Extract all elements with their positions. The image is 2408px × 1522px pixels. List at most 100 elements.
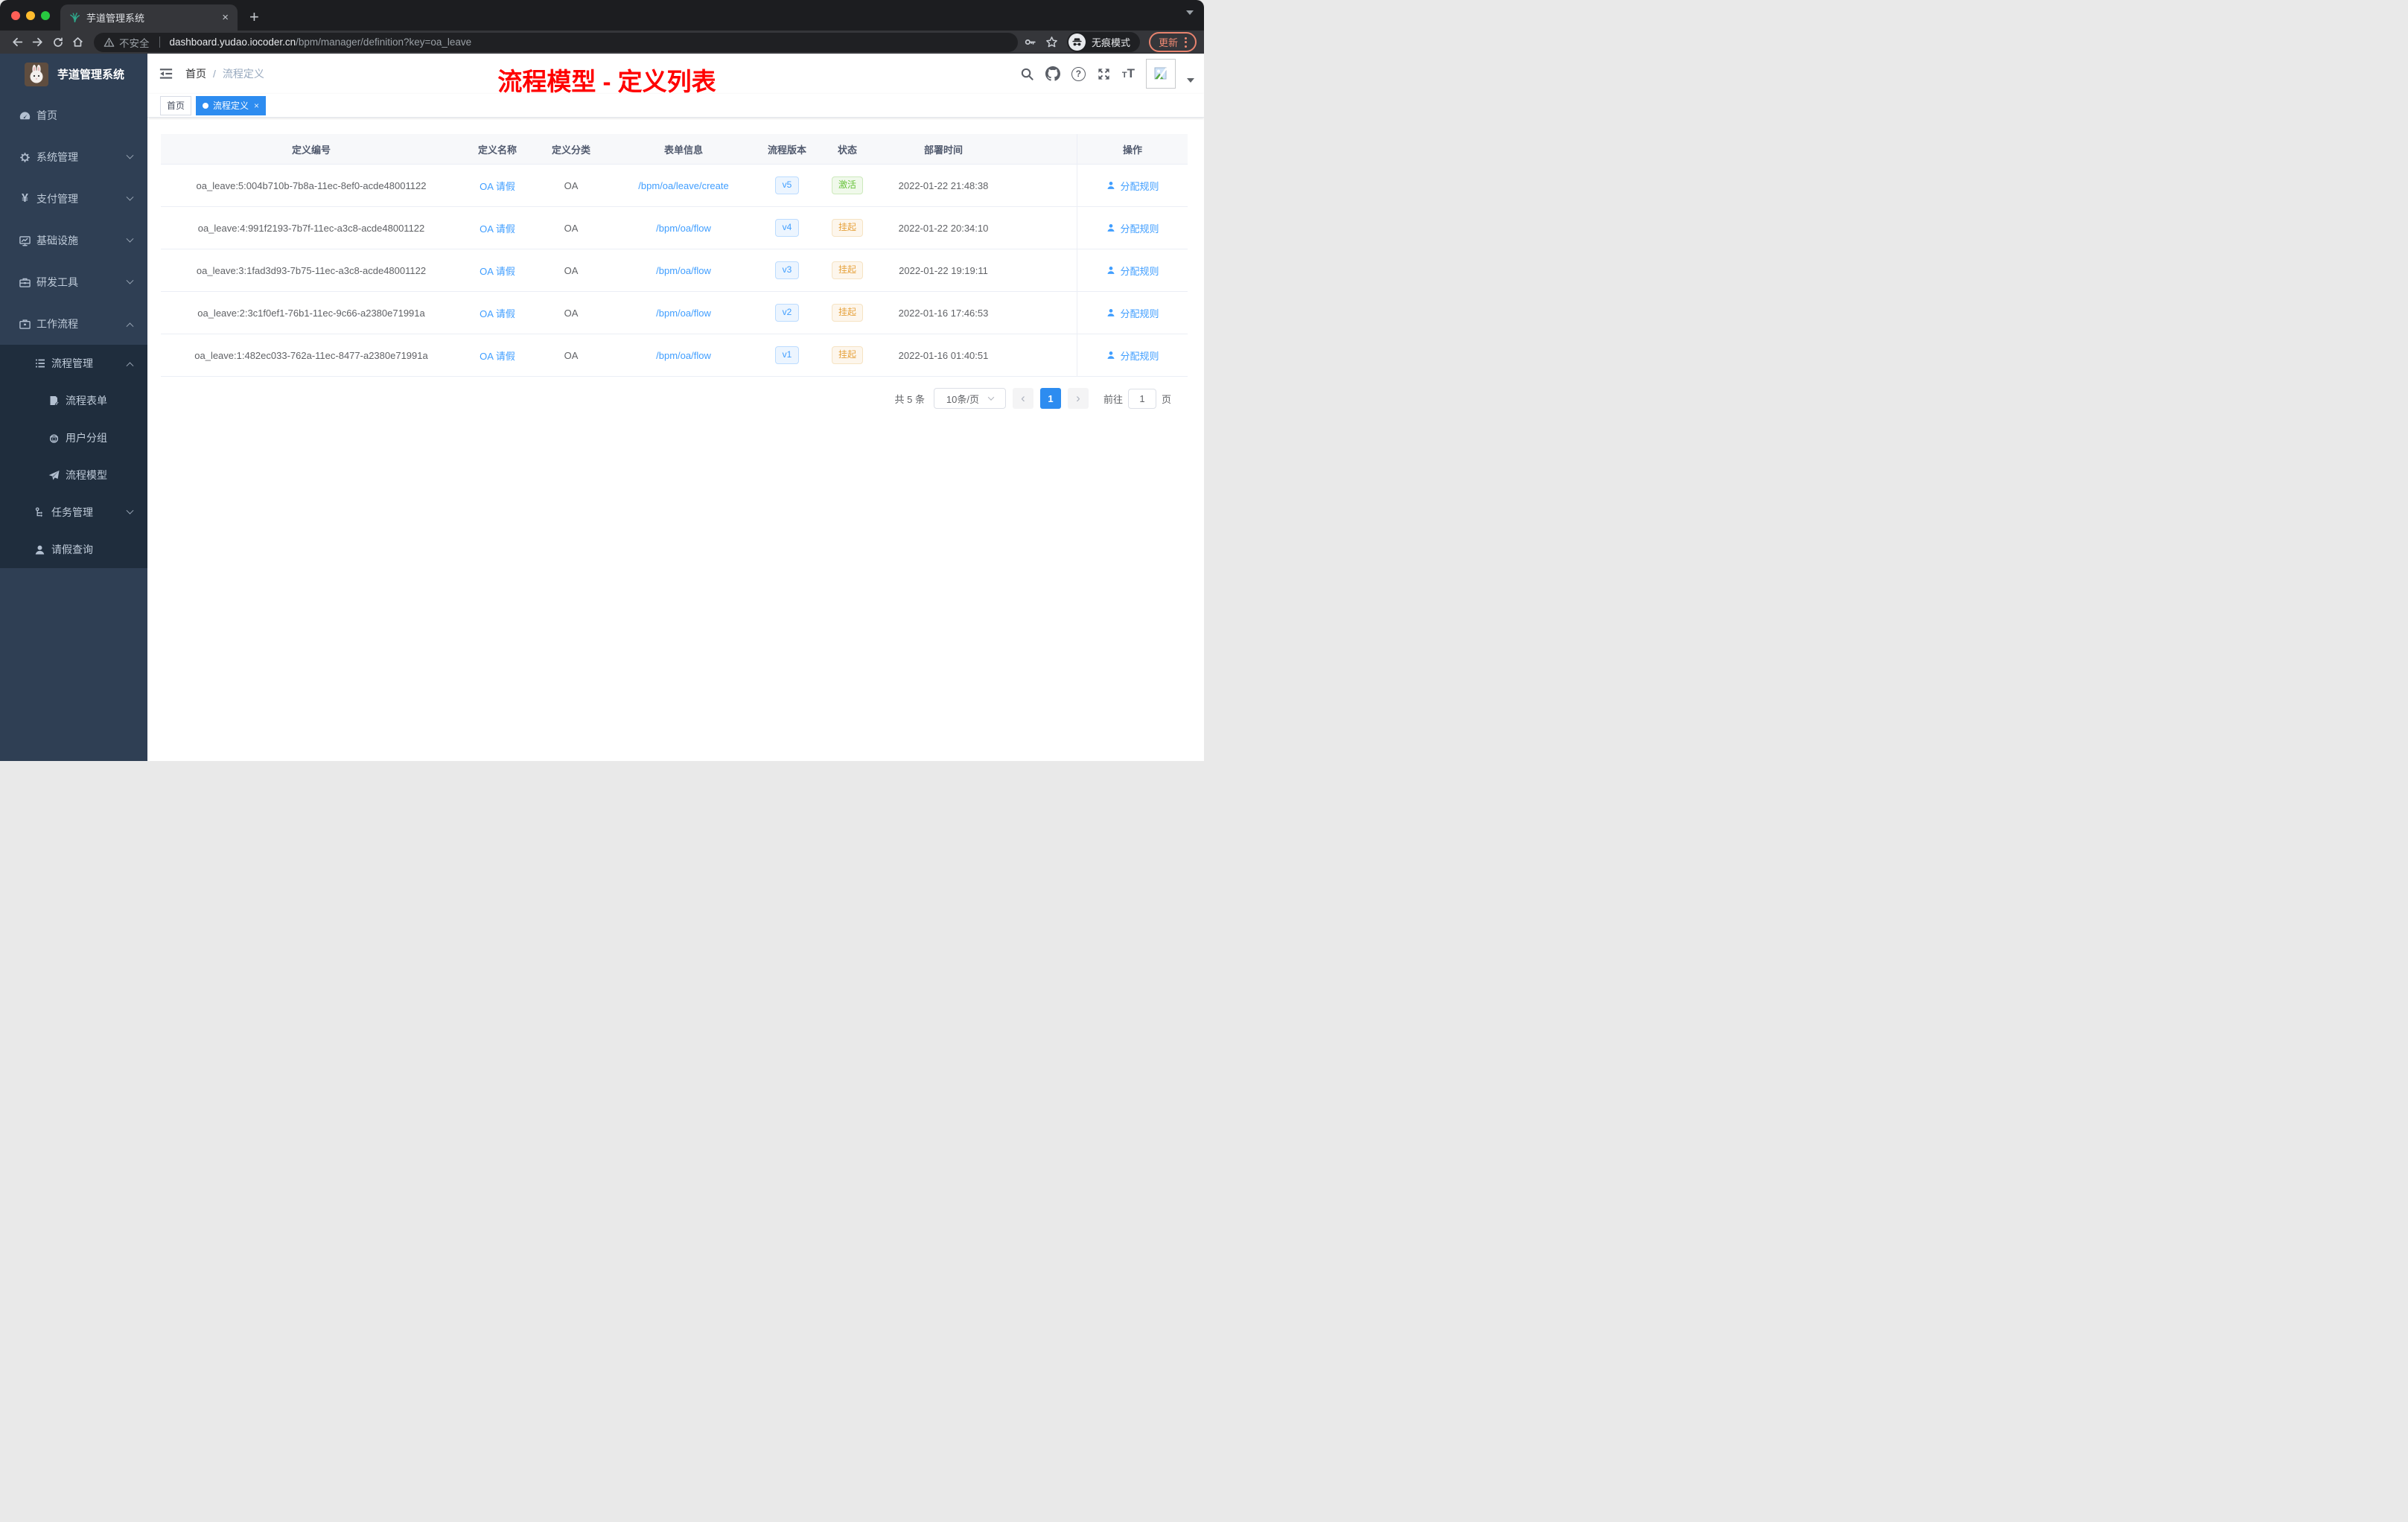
not-secure-warning-icon[interactable] — [103, 36, 115, 48]
sidebar-item-system[interactable]: 系统管理 — [0, 136, 147, 178]
chrome-window-caret-icon[interactable] — [1186, 10, 1194, 19]
assign-rule-link[interactable]: 分配规则 — [1106, 221, 1159, 235]
zoom-window-button[interactable] — [41, 11, 50, 20]
form-info-link[interactable]: /bpm/oa/flow — [656, 265, 711, 276]
avatar[interactable] — [1146, 59, 1176, 89]
address-bar[interactable]: 不安全 dashboard.yudao.iocoder.cn/bpm/manag… — [94, 32, 1018, 52]
browser-menu-kebab-icon[interactable] — [1185, 36, 1187, 48]
back-icon[interactable] — [7, 33, 28, 52]
chevron-down-icon — [126, 235, 134, 243]
breadcrumb-home[interactable]: 首页 — [185, 66, 206, 81]
sidebar-item-workflow[interactable]: 工作流程 — [0, 303, 147, 345]
close-tag-icon[interactable]: × — [254, 101, 259, 111]
column-header: 定义名称 — [477, 144, 517, 156]
forward-icon[interactable] — [28, 33, 48, 52]
pagination-total: 共 5 条 — [894, 393, 925, 405]
sidebar-item-home[interactable]: 首页 — [0, 95, 147, 136]
header-actions: ? TT — [1020, 54, 1194, 94]
url-text[interactable]: dashboard.yudao.iocoder.cn/bpm/manager/d… — [170, 36, 472, 48]
tab-title: 芋道管理系统 — [86, 13, 145, 24]
assign-rule-link[interactable]: 分配规则 — [1106, 179, 1159, 193]
form-info-link[interactable]: /bpm/oa/leave/create — [638, 180, 728, 191]
tag-home[interactable]: 首页 — [160, 95, 192, 115]
form-info-link[interactable]: /bpm/oa/flow — [656, 308, 711, 319]
sidebar-logo[interactable]: 芋道管理系统 — [0, 54, 147, 95]
chevron-up-icon — [126, 361, 134, 369]
sidebar-item-label: 工作流程 — [36, 318, 78, 330]
status-badge: 挂起 — [831, 261, 863, 279]
close-window-button[interactable] — [11, 11, 20, 20]
sidebar-item-process-model[interactable]: 流程模型 — [0, 456, 147, 494]
column-header-filler — [1008, 134, 1077, 164]
version-badge: v4 — [774, 219, 800, 237]
definition-name-link[interactable]: OA 请假 — [480, 179, 515, 193]
page-size-select[interactable]: 10条/页 — [933, 388, 1006, 409]
chevron-down-icon — [987, 394, 995, 401]
incognito-badge: 无痕模式 — [1066, 32, 1140, 52]
help-icon[interactable]: ? — [1071, 66, 1086, 81]
sidebar-item-infra[interactable]: 基础设施 — [0, 220, 147, 261]
row-filler — [1008, 165, 1077, 206]
sidebar-collapse-icon[interactable] — [159, 66, 173, 81]
assign-rule-link[interactable]: 分配规则 — [1106, 264, 1159, 278]
definition-id: oa_leave:1:482ec033-762a-11ec-8477-a2380… — [194, 349, 428, 361]
workflow-submenu: 流程管理 流程表单 用户分组 流程模型 任务管理 请假查询 — [0, 345, 147, 568]
definition-name-link[interactable]: OA 请假 — [480, 264, 515, 278]
form-info-link[interactable]: /bpm/oa/flow — [656, 350, 711, 361]
sidebar-item-process-form[interactable]: 流程表单 — [0, 382, 147, 419]
column-header: 操作 — [1077, 134, 1188, 164]
sidebar-item-process-management[interactable]: 流程管理 — [0, 345, 147, 382]
breadcrumb-separator: / — [213, 68, 216, 80]
active-tag-dot — [203, 102, 209, 109]
prev-page-button[interactable]: ‹ — [1012, 388, 1033, 409]
update-button[interactable]: 更新 — [1148, 32, 1197, 52]
table-row: oa_leave:2:3c1f0ef1-76b1-11ec-9c66-a2380… — [161, 292, 1188, 334]
assign-rule-link[interactable]: 分配规则 — [1106, 306, 1159, 320]
annotation-title: 流程模型 - 定义列表 — [497, 68, 716, 95]
form-info-link[interactable]: /bpm/oa/flow — [656, 223, 711, 234]
column-header: 定义编号 — [291, 144, 331, 156]
definition-name-link[interactable]: OA 请假 — [480, 221, 515, 235]
sidebar-item-leave-query[interactable]: 请假查询 — [0, 531, 147, 568]
browser-tab[interactable]: 芋道管理系统 × — [60, 4, 238, 31]
fullscreen-icon[interactable] — [1097, 67, 1111, 81]
form-icon — [48, 395, 60, 407]
home-icon[interactable] — [68, 33, 88, 52]
search-icon[interactable] — [1020, 67, 1034, 81]
breadcrumb: 首页 / 流程定义 — [185, 66, 264, 81]
definition-name-link[interactable]: OA 请假 — [480, 306, 515, 320]
not-secure-label[interactable]: 不安全 — [119, 35, 150, 50]
deploy-time: 2022-01-16 01:40:51 — [898, 349, 989, 361]
goto-page-input[interactable] — [1127, 388, 1156, 409]
version-badge: v5 — [774, 176, 800, 194]
deploy-time: 2022-01-22 20:34:10 — [898, 222, 989, 234]
column-header: 部署时间 — [923, 144, 963, 156]
minimize-window-button[interactable] — [26, 11, 35, 20]
font-size-icon[interactable]: TT — [1122, 66, 1135, 81]
reload-icon[interactable] — [48, 33, 68, 52]
chevron-up-icon — [126, 322, 134, 330]
traffic-lights — [11, 11, 50, 20]
avatar-caret-icon[interactable] — [1187, 77, 1194, 86]
page-number-button[interactable]: 1 — [1039, 388, 1061, 409]
tag-process-definition[interactable]: 流程定义 × — [196, 95, 267, 115]
next-page-button[interactable]: › — [1067, 388, 1089, 409]
table-row: oa_leave:4:991f2193-7b7f-11ec-a3c8-acde4… — [161, 207, 1188, 249]
sidebar-item-user-group[interactable]: 用户分组 — [0, 419, 147, 456]
sidebar-item-label: 研发工具 — [36, 276, 78, 288]
sidebar-item-task-management[interactable]: 任务管理 — [0, 494, 147, 531]
definition-id: oa_leave:5:004b710b-7b8a-11ec-8ef0-acde4… — [196, 179, 427, 191]
definition-name-link[interactable]: OA 请假 — [480, 348, 515, 363]
row-filler — [1008, 334, 1077, 376]
close-tab-icon[interactable]: × — [222, 11, 229, 24]
sidebar-item-devtools[interactable]: 研发工具 — [0, 261, 147, 303]
table-header-row: 定义编号 定义名称 定义分类 表单信息 流程版本 状态 部署时间 操作 — [161, 134, 1188, 165]
github-icon[interactable] — [1045, 66, 1060, 81]
assign-rule-link[interactable]: 分配规则 — [1106, 348, 1159, 363]
yen-icon: ¥ — [22, 192, 28, 205]
password-key-icon[interactable] — [1024, 36, 1036, 48]
bookmark-star-icon[interactable] — [1045, 36, 1058, 48]
new-tab-button[interactable]: + — [249, 9, 259, 25]
sidebar-item-payment[interactable]: ¥ 支付管理 — [0, 178, 147, 220]
url-host: dashboard.yudao.iocoder.cn — [169, 36, 296, 48]
